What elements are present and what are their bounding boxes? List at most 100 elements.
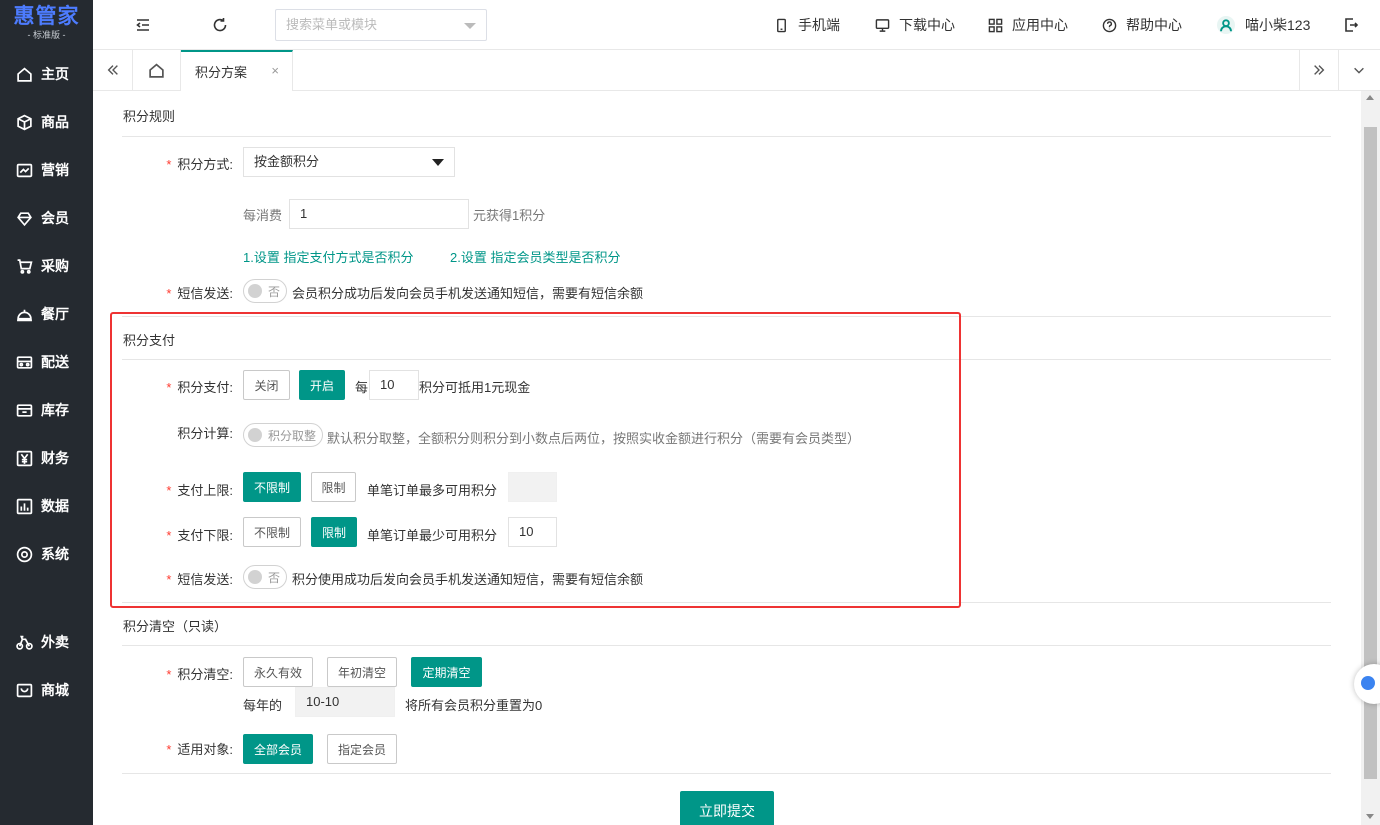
clear-permanent-button[interactable]: 永久有效 [243,657,313,687]
monitor-icon [875,18,890,32]
target-specific-members-button[interactable]: 指定会员 [327,734,397,764]
per-spend-suffix: 元获得1积分 [473,208,546,223]
menu-search-select[interactable]: 搜索菜单或模块 [275,9,487,41]
sidebar-item-goods[interactable]: 商品 [0,102,93,142]
tab-scroll-right-button[interactable] [1299,50,1339,90]
close-icon[interactable]: × [271,63,279,78]
sidebar-item-label: 商品 [41,114,69,130]
header-link-download[interactable]: 下载中心 [875,0,955,50]
chart-line-icon [16,163,33,177]
required-mark: * [166,157,172,172]
logo-title: 惠管家 [13,4,80,28]
cube-icon [17,114,32,130]
highlight-box [110,312,961,608]
label-text: 积分清空: [177,667,233,682]
bike-icon [16,635,33,650]
cart-icon [17,258,33,274]
sidebar-item-label: 营销 [41,162,69,178]
label-points-clear: * 积分清空: [153,664,233,683]
home-icon [17,67,32,82]
tab-points-plan[interactable]: 积分方案 × [181,50,293,91]
sidebar-item-takeout[interactable]: 外卖 [0,622,93,662]
link-member-type-points[interactable]: 2.设置 指定会员类型是否积分 [450,247,620,266]
sidebar-item-label: 主页 [41,66,69,82]
scroll-up-arrow-icon[interactable] [1366,95,1374,100]
section-title-rules: 积分规则 [123,109,176,124]
label-target: * 适用对象: [153,739,233,758]
logout-button[interactable] [1341,15,1361,35]
assistant-icon [1361,676,1375,690]
sidebar-item-delivery[interactable]: 配送 [0,342,93,382]
chevron-down-icon [464,23,476,29]
scroll-down-arrow-icon[interactable] [1366,814,1374,819]
user-name: 喵小柴123 [1245,17,1311,33]
mobile-icon [777,18,786,32]
sidebar-item-label: 会员 [41,210,69,226]
page-scrollbar[interactable] [1361,91,1380,825]
caret-down-icon [432,159,444,166]
help-icon [1102,18,1117,32]
sidebar-item-home[interactable]: 主页 [0,54,93,94]
sidebar-item-label: 系统 [41,546,69,562]
label-sms-rules: * 短信发送: [153,283,233,302]
refresh-button[interactable] [210,15,230,35]
avatar-icon [1217,16,1235,34]
double-chevron-right-icon [1314,65,1325,75]
toggle-knob [248,284,262,298]
sidebar-item-finance[interactable]: 财务 [0,438,93,478]
sidebar-item-restaurant[interactable]: 餐厅 [0,294,93,334]
sidebar-item-marketing[interactable]: 营销 [0,150,93,190]
logo-subtitle: - 标准版 - [27,30,66,40]
per-spend-input[interactable]: 1 [289,199,469,229]
user-menu[interactable]: 喵小柴123 [1216,0,1310,50]
label-text: 短信发送: [177,286,233,301]
sidebar-item-inventory[interactable]: 库存 [0,390,93,430]
sidebar-item-mall[interactable]: 商城 [0,670,93,710]
clear-year-start-button[interactable]: 年初清空 [327,657,397,687]
menu-collapse-icon [136,19,149,31]
sidebar-item-purchase[interactable]: 采购 [0,246,93,286]
tab-menu-button[interactable] [1339,50,1379,90]
header-link-help[interactable]: 帮助中心 [1102,0,1182,50]
header-link-mobile[interactable]: 手机端 [774,0,840,50]
top-header: 搜索菜单或模块 手机端 下载中心 应用中心 帮助中心 喵小柴123 [93,0,1380,50]
link-payment-method-points[interactable]: 1.设置 指定支付方式是否积分 [243,247,413,266]
divider [122,645,1331,646]
select-value: 按金额积分 [254,154,320,169]
clear-date-input[interactable]: 10-10 [295,687,395,717]
header-link-apps[interactable]: 应用中心 [988,0,1068,50]
search-placeholder: 搜索菜单或模块 [286,17,378,32]
sms-rules-toggle[interactable]: 否 [243,279,288,303]
sidebar-item-label: 餐厅 [41,306,69,322]
cloche-icon [17,309,32,321]
points-method-select[interactable]: 按金额积分 [243,147,455,177]
logo: 惠管家 - 标准版 - [0,0,93,47]
tab-label: 积分方案 [195,65,248,80]
clear-periodic-button[interactable]: 定期清空 [411,657,482,687]
submit-button[interactable]: 立即提交 [680,791,774,825]
menu-collapse-button[interactable] [133,15,153,35]
tab-home[interactable] [133,50,181,90]
sidebar-item-system[interactable]: 系统 [0,534,93,574]
sidebar-item-data[interactable]: 数据 [0,486,93,526]
header-link-label: 下载中心 [899,17,955,33]
label-points-method: * 积分方式: [153,154,233,173]
divider [122,136,1331,137]
tab-scroll-left-button[interactable] [93,50,133,90]
truck-icon [16,355,33,369]
sidebar-item-label: 数据 [41,498,69,514]
required-mark: * [166,286,172,301]
settings-icon [16,546,33,562]
target-all-members-button[interactable]: 全部会员 [243,734,313,764]
sidebar-item-label: 采购 [41,258,69,274]
yearly-label: 每年的 [243,698,283,713]
sms-rules-desc: 会员积分成功后发向会员手机发送通知短信，需要有短信余额 [292,286,644,301]
shop-icon [16,683,33,697]
home-icon [149,63,164,78]
diamond-icon [17,211,32,226]
main-content: 积分规则 * 积分方式: 按金额积分 每消费 1 元获得1积分 1.设置 指定支付… [93,91,1361,825]
required-mark: * [166,667,172,682]
apps-grid-icon [988,18,1003,32]
chevron-down-icon [1354,67,1364,74]
sidebar-item-member[interactable]: 会员 [0,198,93,238]
